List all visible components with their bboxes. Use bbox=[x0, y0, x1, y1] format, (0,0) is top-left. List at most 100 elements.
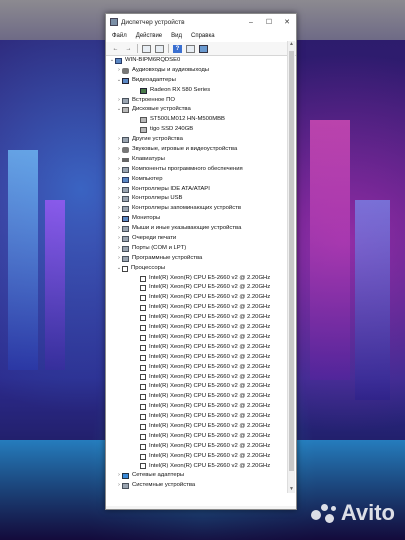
title-bar: Диспетчер устройств – ☐ ✕ bbox=[106, 14, 296, 30]
tree-device[interactable]: Intel(R) Xeon(R) CPU E5-2660 v2 @ 2.20GH… bbox=[106, 452, 296, 462]
tree-device[interactable]: Intel(R) Xeon(R) CPU E5-2660 v2 @ 2.20GH… bbox=[106, 333, 296, 343]
cpu-icon bbox=[140, 364, 146, 371]
tree-item-label: Intel(R) Xeon(R) CPU E5-2660 v2 @ 2.20GH… bbox=[149, 284, 271, 291]
tree-device[interactable]: Intel(R) Xeon(R) CPU E5-2660 v2 @ 2.20GH… bbox=[106, 313, 296, 323]
tree-item-label: Intel(R) Xeon(R) CPU E5-2660 v2 @ 2.20GH… bbox=[149, 324, 271, 331]
tree-item-label: Дисковые устройства bbox=[132, 106, 191, 113]
cpu-icon bbox=[140, 453, 146, 460]
menu-help[interactable]: Справка bbox=[191, 33, 215, 39]
cpu-icon bbox=[140, 463, 146, 470]
tree-device[interactable]: Intel(R) Xeon(R) CPU E5-2660 v2 @ 2.20GH… bbox=[106, 353, 296, 363]
minimize-button[interactable]: – bbox=[242, 19, 260, 26]
software-device-icon bbox=[122, 255, 129, 262]
tree-device[interactable]: Intel(R) Xeon(R) CPU E5-2660 v2 @ 2.20GH… bbox=[106, 462, 296, 472]
wallpaper-tower bbox=[45, 200, 65, 370]
tree-category[interactable]: › Контроллеры запоминающих устройств bbox=[106, 204, 296, 214]
menu-view[interactable]: Вид bbox=[171, 33, 182, 39]
scrollbar-thumb[interactable] bbox=[289, 51, 294, 471]
tree-category[interactable]: › Мыши и иные указывающие устройства bbox=[106, 224, 296, 234]
cpu-icon bbox=[140, 305, 146, 312]
keyboard-icon bbox=[122, 157, 129, 162]
tree-category[interactable]: › Звуковые, игровые и видеоустройства bbox=[106, 145, 296, 155]
tree-category[interactable]: ⌄ Процессоры bbox=[106, 264, 296, 274]
tree-device[interactable]: tigo SSD 240GB bbox=[106, 125, 296, 135]
tree-category[interactable]: › Контроллеры IDE ATA/ATAPI bbox=[106, 185, 296, 195]
tree-item-label: Intel(R) Xeon(R) CPU E5-2660 v2 @ 2.20GH… bbox=[149, 452, 271, 459]
tree-item-label: Сетевые адаптеры bbox=[132, 472, 185, 479]
scroll-down-icon[interactable]: ▼ bbox=[288, 486, 295, 493]
tree-category[interactable]: › Системные устройства bbox=[106, 481, 296, 491]
tree-device[interactable]: Intel(R) Xeon(R) CPU E5-2660 v2 @ 2.20GH… bbox=[106, 343, 296, 353]
tree-category[interactable]: › Сетевые адаптеры bbox=[106, 471, 296, 481]
tree-device[interactable]: Intel(R) Xeon(R) CPU E5-2660 v2 @ 2.20GH… bbox=[106, 402, 296, 412]
tree-item-label: Intel(R) Xeon(R) CPU E5-2660 v2 @ 2.20GH… bbox=[149, 304, 271, 311]
tree-category[interactable]: › Контроллеры USB bbox=[106, 194, 296, 204]
sound-icon bbox=[122, 146, 129, 153]
menu-action[interactable]: Действие bbox=[136, 33, 162, 39]
cpu-icon bbox=[140, 315, 146, 322]
tree-category[interactable]: › Компоненты программного обеспечения bbox=[106, 165, 296, 175]
unknown-device-icon bbox=[122, 137, 129, 144]
tree-category[interactable]: › Компьютер bbox=[106, 175, 296, 185]
tree-item-label: Контроллеры запоминающих устройств bbox=[132, 205, 241, 212]
help-icon[interactable]: ? bbox=[173, 44, 182, 53]
tree-device[interactable]: ST500LM012 HN-M500MBB bbox=[106, 115, 296, 125]
forward-arrow-icon[interactable]: → bbox=[124, 45, 133, 53]
tree-device[interactable]: Intel(R) Xeon(R) CPU E5-2660 v2 @ 2.20GH… bbox=[106, 293, 296, 303]
tree-category[interactable]: › Очереди печати bbox=[106, 234, 296, 244]
tree-device[interactable]: Intel(R) Xeon(R) CPU E5-2660 v2 @ 2.20GH… bbox=[106, 432, 296, 442]
maximize-button[interactable]: ☐ bbox=[260, 18, 278, 26]
menu-file[interactable]: Файл bbox=[112, 33, 127, 39]
tree-category[interactable]: › Программные устройства bbox=[106, 254, 296, 264]
tree-item-label: Мониторы bbox=[132, 215, 161, 222]
tree-device[interactable]: Intel(R) Xeon(R) CPU E5-2660 v2 @ 2.20GH… bbox=[106, 323, 296, 333]
tree-category[interactable]: › Встроенное ПО bbox=[106, 96, 296, 106]
computer-icon bbox=[122, 176, 129, 183]
properties-icon[interactable] bbox=[142, 44, 151, 53]
wallpaper-tower bbox=[8, 150, 38, 370]
cpu-icon bbox=[140, 414, 146, 420]
system-device-icon bbox=[122, 483, 129, 490]
tree-category[interactable]: › Мониторы bbox=[106, 214, 296, 224]
watermark-text: Avito bbox=[340, 500, 395, 525]
monitor-icon bbox=[122, 216, 129, 223]
tree-item-label: Системные устройства bbox=[132, 482, 196, 489]
tree-item-label: Intel(R) Xeon(R) CPU E5-2660 v2 @ 2.20GH… bbox=[149, 413, 271, 420]
tree-category[interactable]: › Другие устройства bbox=[106, 135, 296, 145]
tree-root[interactable]: ⌄ WIN-BIPM6RQDSE0 bbox=[106, 56, 296, 66]
tree-item-label: Процессоры bbox=[131, 264, 166, 271]
tree-device[interactable]: Intel(R) Xeon(R) CPU E5-2660 v2 @ 2.20GH… bbox=[106, 442, 296, 452]
tree-item-label: Intel(R) Xeon(R) CPU E5-2660 v2 @ 2.20GH… bbox=[149, 462, 271, 469]
tree-device[interactable]: Intel(R) Xeon(R) CPU E5-2660 v2 @ 2.20GH… bbox=[106, 422, 296, 432]
vertical-scrollbar[interactable]: ▲ ▼ bbox=[287, 41, 295, 493]
tree-item-label: Intel(R) Xeon(R) CPU E5-2660 v2 @ 2.20GH… bbox=[149, 363, 271, 370]
tree-device[interactable]: Intel(R) Xeon(R) CPU E5-2660 v2 @ 2.20GH… bbox=[106, 283, 296, 293]
close-button[interactable]: ✕ bbox=[278, 18, 296, 26]
tree-device[interactable]: Intel(R) Xeon(R) CPU E5-2660 v2 @ 2.20GH… bbox=[106, 303, 296, 313]
back-arrow-icon[interactable]: ← bbox=[111, 45, 120, 53]
tree-item-label: Radeon RX 580 Series bbox=[150, 86, 211, 93]
tree-item-label: Мыши и иные указывающие устройства bbox=[132, 225, 242, 232]
tree-device[interactable]: Radeon RX 580 Series bbox=[106, 86, 296, 96]
tree-device[interactable]: Intel(R) Xeon(R) CPU E5-2660 v2 @ 2.20GH… bbox=[106, 363, 296, 373]
tree-device[interactable]: Intel(R) Xeon(R) CPU E5-2660 v2 @ 2.20GH… bbox=[106, 373, 296, 383]
tree-category[interactable]: ⌄ Дисковые устройства bbox=[106, 105, 296, 115]
tree-item-label: Intel(R) Xeon(R) CPU E5-2660 v2 @ 2.20GH… bbox=[149, 294, 271, 301]
tree-item-label: Клавиатуры bbox=[132, 155, 165, 162]
tree-device[interactable]: Intel(R) Xeon(R) CPU E5-2660 v2 @ 2.20GH… bbox=[106, 382, 296, 392]
tree-item-label: Порты (COM и LPT) bbox=[132, 244, 187, 251]
tree-category[interactable]: › Порты (COM и LPT) bbox=[106, 244, 296, 254]
action-pane-icon[interactable] bbox=[186, 44, 195, 53]
tree-category[interactable]: › Аудиовходы и аудиовыходы bbox=[106, 66, 296, 76]
show-hide-console-tree-icon[interactable] bbox=[155, 44, 164, 53]
window-title: Диспетчер устройств bbox=[121, 18, 185, 26]
tree-category[interactable]: › Клавиатуры bbox=[106, 155, 296, 165]
tree-device[interactable]: Intel(R) Xeon(R) CPU E5-2660 v2 @ 2.20GH… bbox=[106, 274, 296, 284]
tree-item-label: Intel(R) Xeon(R) CPU E5-2660 v2 @ 2.20GH… bbox=[149, 383, 271, 390]
cpu-icon bbox=[140, 285, 146, 292]
tree-device[interactable]: Intel(R) Xeon(R) CPU E5-2660 v2 @ 2.20GH… bbox=[106, 392, 296, 402]
tree-device[interactable]: Intel(R) Xeon(R) CPU E5-2660 v2 @ 2.20GH… bbox=[106, 412, 296, 422]
scroll-up-icon[interactable]: ▲ bbox=[288, 41, 295, 48]
tree-category[interactable]: ⌄ Видеоадаптеры bbox=[106, 76, 296, 86]
scan-hardware-icon[interactable] bbox=[199, 44, 208, 53]
